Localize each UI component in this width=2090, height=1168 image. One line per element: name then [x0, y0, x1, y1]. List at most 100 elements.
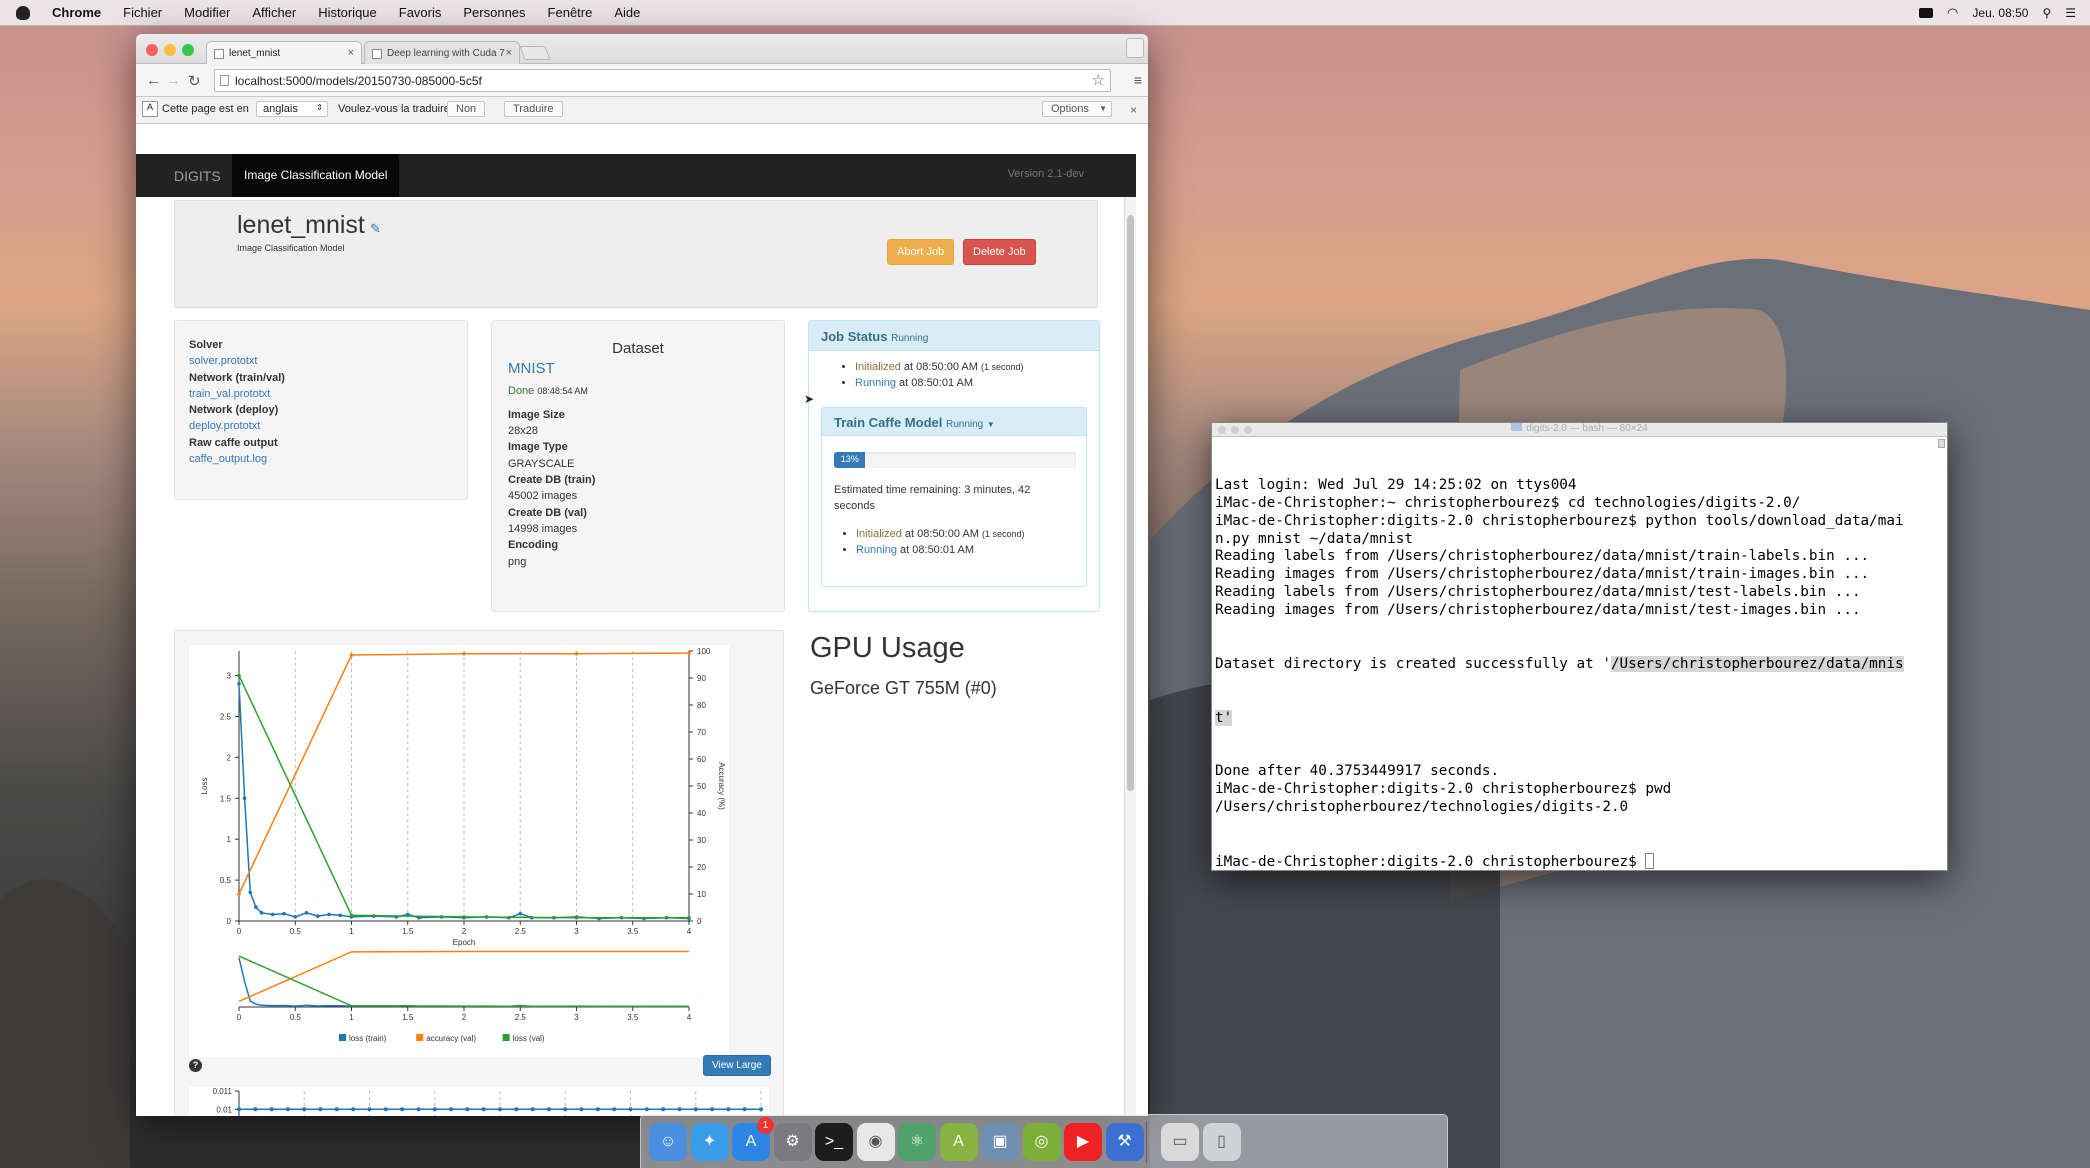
learning-rate-chart[interactable]: 0.0080.0090.010.011	[189, 1087, 769, 1116]
finder-icon[interactable]: ☺	[649, 1123, 687, 1161]
menu-personnes[interactable]: Personnes	[463, 5, 525, 20]
close-window-icon[interactable]	[146, 44, 158, 56]
android-studio-icon[interactable]: A	[939, 1123, 978, 1161]
abort-job-button[interactable]: Abort Job	[887, 239, 955, 265]
xcode-icon[interactable]: ⚒	[1105, 1123, 1144, 1161]
menu-fenetre[interactable]: Fenêtre	[548, 5, 593, 20]
language-select[interactable]: anglais ⇕	[256, 101, 328, 117]
view-large-button[interactable]: View Large	[703, 1055, 771, 1076]
data-point	[462, 651, 466, 656]
digits-brand-link[interactable]: DIGITS	[174, 168, 221, 184]
train-val-file-link[interactable]: train_val.prototxt	[189, 388, 270, 400]
menu-app-name[interactable]: Chrome	[52, 5, 101, 20]
data-point	[661, 1107, 666, 1112]
menu-aide[interactable]: Aide	[614, 5, 640, 20]
nav-image-classification-model[interactable]: Image Classification Model	[232, 154, 400, 197]
no-translate-button[interactable]: Non	[447, 101, 486, 117]
address-bar[interactable]: localhost:5000/models/20150730-085000-5c…	[214, 69, 1111, 92]
close-window-icon[interactable]	[1218, 426, 1226, 434]
spotlight-search-icon[interactable]: ⚲	[2042, 6, 2051, 20]
train-caffe-model-panel: Train Caffe Model Running ▼ 13% Estimate…	[821, 407, 1087, 587]
job-status-header: Job Status Running	[809, 321, 1099, 351]
back-icon[interactable]: ←	[146, 72, 161, 89]
x-axis-label: Epoch	[453, 938, 476, 947]
terminal-scrollbar[interactable]	[1938, 439, 1945, 448]
train-header[interactable]: Train Caffe Model Running ▼	[822, 408, 1086, 436]
tab-lenet-mnist[interactable]: lenet_mnist ×	[206, 41, 362, 64]
loss-accuracy-chart[interactable]: 00.511.522.5301020304050607080901000 0.5 1…	[189, 645, 729, 1057]
new-tab-button[interactable]	[519, 46, 551, 60]
model-type: Image Classification Model	[237, 243, 345, 253]
data-point	[574, 651, 579, 656]
chrome-icon[interactable]: ◉	[856, 1123, 895, 1161]
chrome-menu-icon[interactable]: ≡	[1134, 72, 1142, 88]
close-translate-icon[interactable]: ×	[1130, 103, 1137, 117]
menu-afficher[interactable]: Afficher	[252, 5, 296, 20]
edit-name-icon[interactable]: ✎	[370, 221, 381, 237]
x-tick-label: 3	[574, 927, 579, 936]
train-eta: Estimated time remaining: 3 minutes, 42 …	[834, 484, 1031, 512]
forward-icon[interactable]: →	[166, 72, 181, 89]
deploy-file-link[interactable]: deploy.prototxt	[189, 420, 260, 432]
caffe-output-link[interactable]: caffe_output.log	[189, 453, 267, 465]
data-point	[644, 1107, 649, 1112]
trash-icon[interactable]: ▯	[1202, 1123, 1241, 1161]
overview-series-line	[238, 955, 689, 1008]
browser-toolbar: ← → ↻ localhost:5000/models/20150730-085…	[136, 64, 1148, 97]
terminal-output[interactable]: Last login: Wed Jul 29 14:25:02 on ttys0…	[1212, 437, 1947, 908]
dataset-heading: Dataset	[612, 340, 664, 357]
menu-historique[interactable]: Historique	[318, 5, 377, 20]
youtube-icon[interactable]: ▶	[1064, 1123, 1102, 1161]
menu-fichier[interactable]: Fichier	[123, 5, 162, 20]
zoom-window-icon[interactable]	[182, 44, 194, 56]
notification-center-icon[interactable]: ☰	[2065, 6, 2076, 20]
terminal-line: /Users/christopherbourez/technologies/di…	[1215, 799, 1629, 816]
delete-job-button[interactable]: Delete Job	[963, 239, 1036, 265]
apple-menu-icon[interactable]	[16, 5, 30, 20]
reload-icon[interactable]: ↻	[188, 72, 201, 90]
atom-icon[interactable]: ⚛	[898, 1123, 936, 1161]
gpu-name: GeForce GT 755M (#0)	[810, 678, 997, 698]
terminal-icon[interactable]: >_	[815, 1123, 853, 1161]
minimize-window-icon[interactable]	[1231, 426, 1239, 434]
terminal-line: iMac-de-Christopher:~ christopherbourez$…	[1215, 494, 1801, 511]
translate-options-select[interactable]: Options ▼	[1042, 101, 1112, 117]
x-tick-label: 1	[349, 927, 354, 936]
menu-clock[interactable]: Jeu. 08:50	[1972, 6, 2028, 20]
app-store-icon[interactable]: A1	[732, 1117, 774, 1161]
train-status-list: Initialized at 08:50:00 AM (1 second) Ru…	[810, 526, 1025, 558]
close-tab-icon[interactable]: ×	[348, 47, 354, 59]
wifi-icon[interactable]: ◠	[1947, 5, 1958, 21]
page-scrollbar[interactable]	[1124, 197, 1136, 1116]
translate-button[interactable]: Traduire	[504, 101, 563, 117]
solver-label: Solver	[189, 339, 223, 351]
zoom-window-icon[interactable]	[1244, 426, 1252, 434]
raw-output-label: Raw caffe output	[189, 436, 278, 449]
screenshot-icon[interactable]: ▭	[1161, 1123, 1199, 1161]
android-icon[interactable]: ◎	[1022, 1123, 1061, 1161]
bookmark-star-icon[interactable]: ☆	[1092, 71, 1105, 89]
legend-swatch	[416, 1034, 424, 1041]
tab-deep-learning[interactable]: Deep learning with Cuda 7 ×	[364, 41, 520, 64]
dataset-link[interactable]: MNIST	[508, 360, 555, 377]
close-tab-icon[interactable]: ×	[506, 47, 512, 59]
legend-label: loss (train)	[349, 1034, 387, 1043]
dataset-panel: Dataset MNIST Done 08:48:54 AM Image Siz…	[491, 320, 785, 612]
terminal-line: iMac-de-Christopher:digits-2.0 christoph…	[1215, 781, 1672, 798]
solver-file-link[interactable]: solver.prototxt	[189, 355, 257, 367]
help-icon[interactable]: ?	[189, 1059, 202, 1072]
dock-separator	[1146, 1121, 1147, 1163]
menu-favoris[interactable]: Favoris	[399, 5, 442, 20]
status-initialized: Initialized at 08:50:00 AM (1 second)	[855, 359, 1099, 375]
safari-icon[interactable]: ✦	[690, 1123, 729, 1161]
minimize-window-icon[interactable]	[164, 44, 176, 56]
scrollbar-thumb[interactable]	[1127, 215, 1134, 791]
data-point	[579, 1107, 584, 1112]
preview-icon[interactable]: ▣	[981, 1123, 1019, 1161]
profile-icon[interactable]	[1126, 38, 1144, 58]
system-preferences-icon[interactable]: ⚙	[773, 1123, 812, 1161]
screen-record-icon[interactable]	[1919, 8, 1934, 18]
menu-modifier[interactable]: Modifier	[184, 5, 230, 20]
select-arrows-icon: ⇕	[316, 103, 323, 112]
data-point	[334, 1107, 339, 1112]
